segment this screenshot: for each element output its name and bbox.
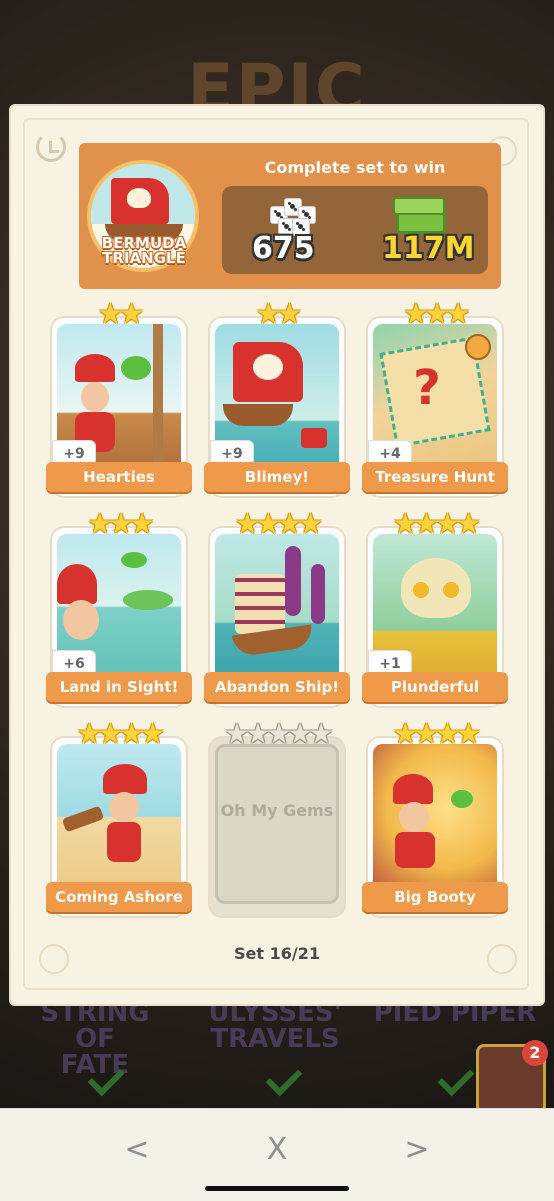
sticker-name: Plunderful — [362, 672, 508, 702]
sticker-stars: ★★ — [97, 297, 144, 330]
compass-icon — [465, 334, 491, 360]
reward-cash-amount: 117M — [382, 231, 475, 266]
sticker-card-big-booty[interactable]: ★★★★ Big Booty — [362, 720, 508, 916]
sticker-name: Hearties — [46, 462, 192, 492]
ship-hull-icon — [223, 404, 293, 426]
sticker-stars: ★★★★ — [392, 717, 481, 750]
album-notification-badge: 2 — [522, 1040, 548, 1066]
close-button[interactable]: X — [255, 1130, 299, 1170]
pirate-hat-icon — [75, 354, 115, 382]
sticker-card-plunderful[interactable]: ★★★★ +1 Plunderful — [362, 510, 508, 706]
skull-icon — [127, 188, 151, 208]
sticker-card-land-in-sight[interactable]: ★★★ +6 Land in Sight! — [46, 510, 192, 706]
reward-dice-amount: 675 — [252, 231, 315, 266]
rowboat-icon — [61, 805, 105, 833]
pirate-face — [81, 382, 109, 412]
question-mark-icon: ? — [413, 360, 441, 416]
pirate-face — [109, 792, 139, 822]
set-name: BERMUDA TRIANGLE — [90, 236, 198, 266]
small-ship-icon — [301, 428, 327, 448]
pirate-hat-icon — [103, 764, 147, 794]
sticker-artwork — [215, 534, 339, 694]
sticker-artwork — [57, 744, 181, 904]
sticker-stars: ★★★★ — [392, 507, 481, 540]
parrot-icon — [121, 356, 151, 380]
sticker-stars: ★★★ — [87, 507, 154, 540]
sticker-name: Treasure Hunt — [362, 462, 508, 492]
next-set-button[interactable]: > — [395, 1130, 439, 1170]
sticker-card-oh-my-gems-locked[interactable]: ★★★★★ Oh My Gems — [210, 720, 344, 916]
background-set-name: STRING OF — [40, 998, 150, 1054]
sticker-name: Oh My Gems — [220, 801, 334, 820]
pirate-face — [399, 802, 429, 832]
sticker-stars-empty: ★★★★★ — [224, 717, 334, 750]
sticker-stars: ★★★ — [403, 297, 470, 330]
parrot-icon — [121, 552, 147, 568]
sticker-name: Abandon Ship! — [204, 672, 350, 702]
pirate-body — [395, 832, 435, 868]
sticker-card-blimey[interactable]: ★★ +9 Blimey! — [204, 300, 350, 496]
sticker-stars: ★★ — [255, 297, 302, 330]
tentacle-icon — [311, 564, 325, 624]
history-icon[interactable] — [36, 132, 66, 162]
sticker-name: Coming Ashore — [46, 882, 192, 912]
gold-coin-icon — [443, 582, 459, 598]
background-set-name: TRAVELS — [210, 1024, 340, 1054]
complete-set-text: Complete set to win — [264, 158, 446, 177]
cash-stack-icon — [393, 197, 446, 234]
pirate-hat-icon — [393, 774, 433, 804]
parrot-icon — [451, 790, 473, 808]
skull-rock-icon — [401, 558, 471, 618]
background-set-ulysses-travels[interactable]: ULYSSES' TRAVELS — [200, 1000, 350, 1052]
sticker-card-hearties[interactable]: ★★ +9 Hearties — [46, 300, 192, 496]
sticker-stars: ★★★★ — [76, 717, 165, 750]
tentacle-icon — [285, 546, 301, 616]
pirate-hat-icon — [57, 564, 97, 604]
gold-coin-icon — [413, 582, 429, 598]
previous-set-button[interactable]: < — [115, 1130, 159, 1170]
home-indicator — [205, 1186, 349, 1191]
sticker-card-treasure-hunt[interactable]: ? ★★★ +4 Treasure Hunt — [362, 300, 508, 496]
sticker-card-coming-ashore[interactable]: ★★★★ Coming Ashore — [46, 720, 192, 916]
island-icon — [123, 590, 173, 610]
set-name-line2: TRIANGLE — [102, 249, 186, 267]
pirate-body — [107, 822, 141, 862]
pirate-face — [63, 600, 99, 640]
set-progress-text: Set 16/21 — [234, 944, 320, 963]
background-set-string-of-fate[interactable]: STRING OF FATE — [20, 1000, 170, 1078]
mast — [153, 324, 163, 484]
sticker-name: Big Booty — [362, 882, 508, 912]
sticker-stars: ★★★★ — [234, 507, 323, 540]
sticker-name: Land in Sight! — [46, 672, 192, 702]
skull-icon — [253, 354, 283, 380]
sticker-artwork — [373, 744, 497, 904]
sticker-card-abandon-ship[interactable]: ★★★★ Abandon Ship! — [204, 510, 350, 706]
locked-sticker-placeholder — [215, 744, 339, 904]
striped-sail-icon — [235, 574, 285, 634]
sticker-name: Blimey! — [204, 462, 350, 492]
